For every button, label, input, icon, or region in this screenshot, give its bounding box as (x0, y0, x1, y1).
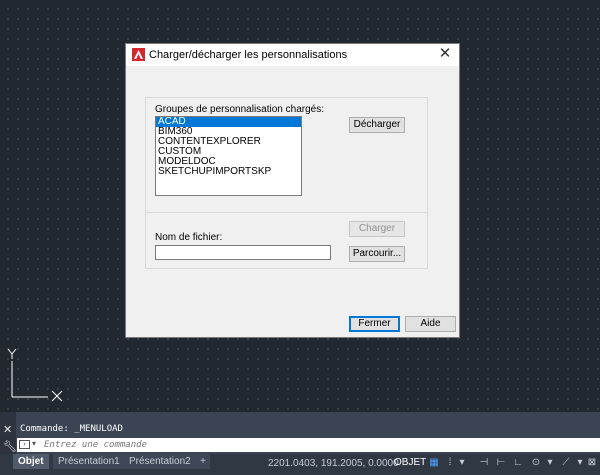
groups-label: Groupes de personnalisation chargés: (155, 104, 324, 115)
customization-dialog: Charger/décharger les personnalisations … (125, 43, 460, 338)
command-history: Commande: _MENULOAD (20, 424, 123, 434)
dialog-title: Charger/décharger les personnalisations (149, 49, 348, 61)
chevron-down-icon[interactable]: ▾ (544, 457, 556, 469)
chevron-down-icon[interactable]: ▾ (574, 457, 586, 469)
tab-layout2[interactable]: Présentation2 (124, 454, 196, 469)
add-layout-button[interactable]: + (196, 454, 210, 469)
help-button[interactable]: Aide (405, 316, 456, 332)
object-snap-icon[interactable]: ⊠ (586, 457, 598, 469)
close-icon[interactable]: ✕ (3, 423, 12, 436)
ucs-icon (7, 348, 63, 402)
command-line[interactable]: › ▾ (17, 438, 600, 452)
load-button[interactable]: Charger (349, 221, 405, 237)
groups-listbox[interactable]: ACAD BIM360 CONTENTEXPLORER CUSTOM MODELDOC S… (155, 116, 302, 196)
chevron-down-icon[interactable]: ▾ (456, 457, 468, 469)
filename-input[interactable] (155, 245, 331, 260)
chevron-down-icon[interactable]: ▾ (32, 439, 36, 448)
browse-button[interactable]: Parcourir... (349, 246, 405, 262)
close-icon[interactable]: ✕ (437, 46, 453, 62)
dialog-titlebar[interactable]: Charger/décharger les personnalisations … (126, 44, 459, 66)
list-item[interactable]: SKETCHUPIMPORTSKP (156, 167, 301, 177)
panel-divider (145, 212, 428, 213)
tab-model[interactable]: Objet (13, 454, 49, 469)
polar-tracking-icon[interactable]: ⊙ (530, 457, 542, 469)
wrench-icon[interactable]: 🔧︎ (3, 440, 17, 453)
close-button[interactable]: Fermer (349, 316, 400, 332)
grid-icon[interactable]: ▦ (428, 457, 440, 469)
command-side-strip: ✕ 🔧︎ (0, 412, 17, 454)
tab-layout1[interactable]: Présentation1 (53, 454, 125, 469)
filename-label: Nom de fichier: (155, 232, 223, 243)
dynamic-input-icon[interactable]: ⊢ (495, 457, 507, 469)
unload-button[interactable]: Décharger (349, 117, 405, 133)
infer-constraints-icon[interactable]: ⊣ (478, 457, 490, 469)
isodraft-icon[interactable]: ⟋ (560, 457, 572, 469)
command-prompt-icon: › (19, 440, 30, 449)
autocad-logo-icon (132, 48, 145, 61)
command-input[interactable] (44, 439, 544, 451)
ortho-icon[interactable]: ∟ (512, 457, 524, 469)
coordinates-readout: 2201.0403, 191.2005, 0.0000 (268, 458, 399, 469)
status-bar: Objet Présentation1 Présentation2 + 2201… (0, 454, 600, 475)
model-space-button[interactable]: OBJET (394, 457, 426, 468)
command-area: ✕ 🔧︎ Commande: _MENULOAD › ▾ (0, 412, 600, 454)
snap-icon[interactable]: ⁞ (444, 457, 456, 469)
